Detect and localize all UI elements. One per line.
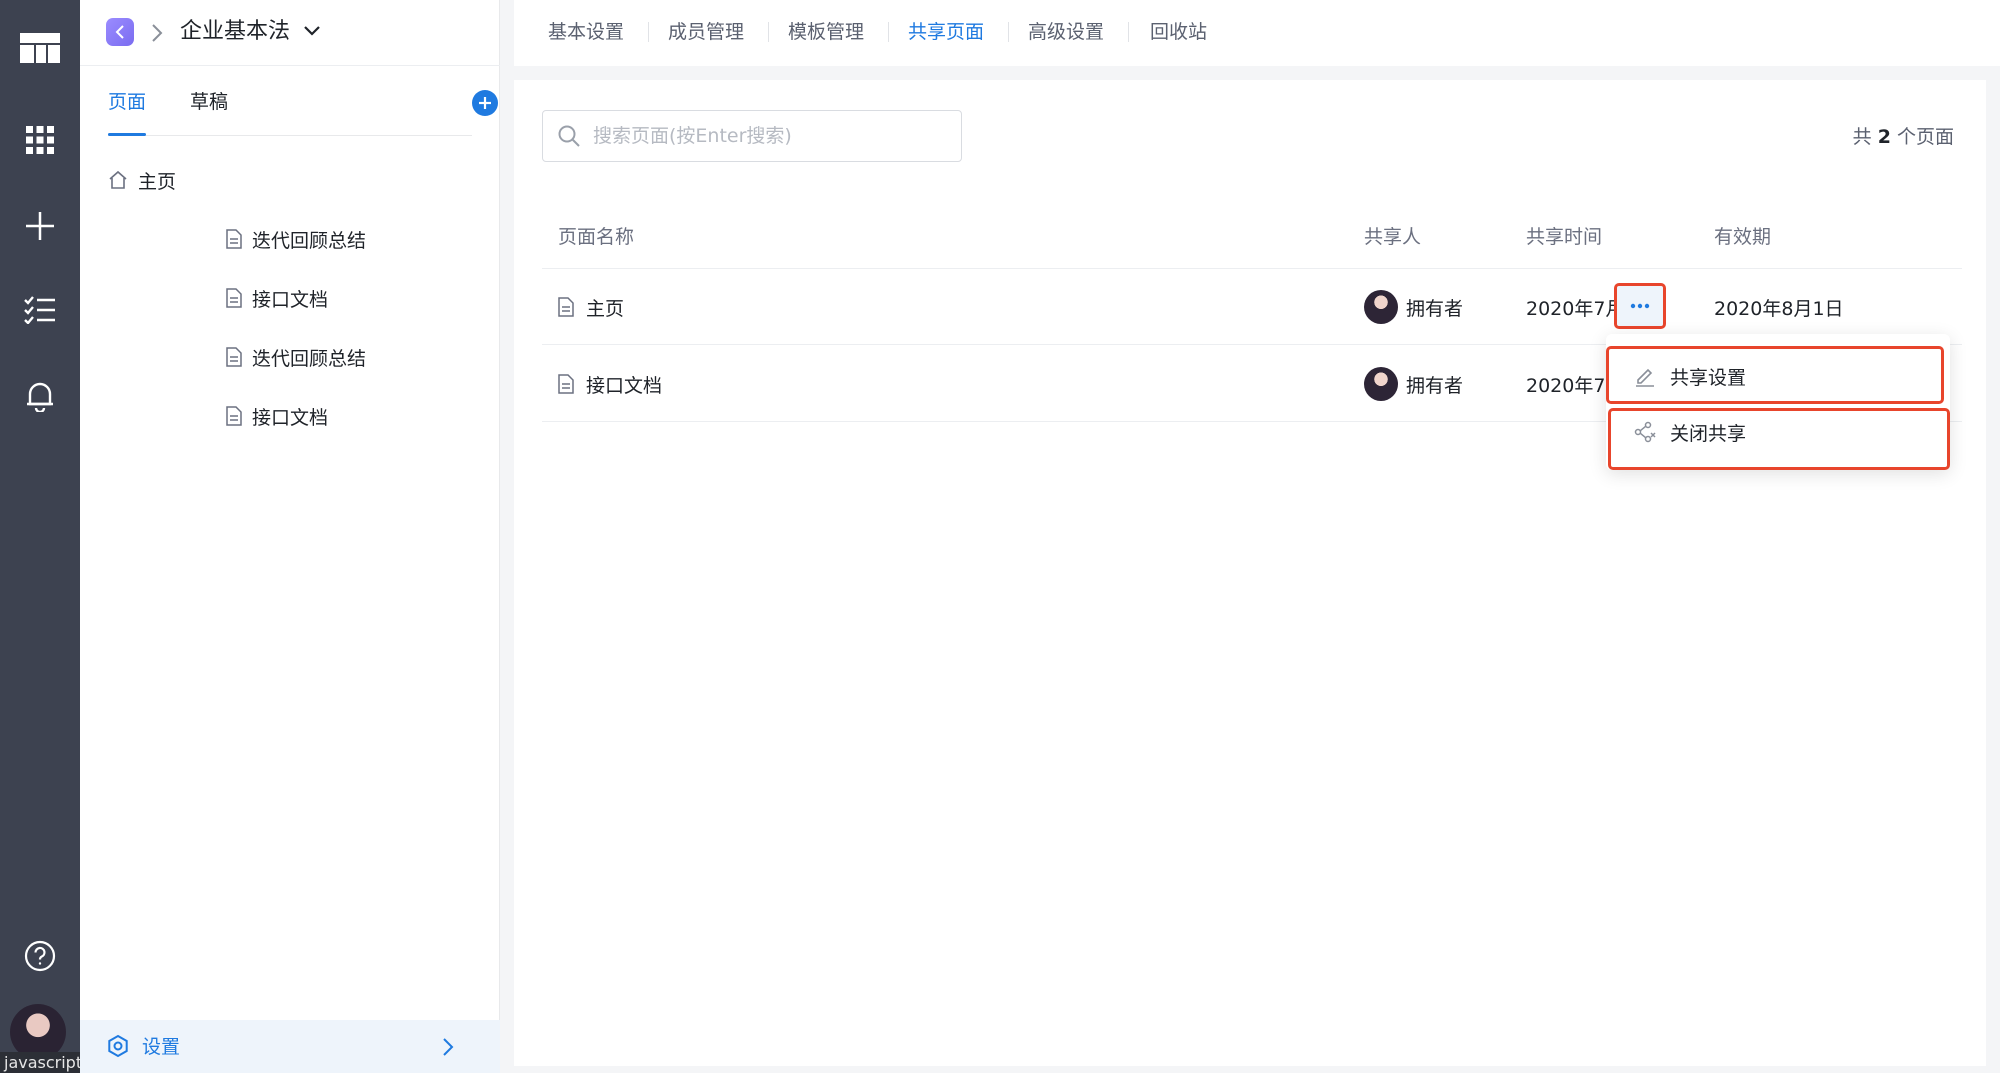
tab-divider — [888, 22, 889, 42]
search-box[interactable] — [542, 110, 962, 162]
task-list-icon[interactable] — [0, 282, 80, 338]
document-icon — [226, 229, 242, 249]
app-logo-icon — [106, 18, 134, 46]
tree-item-page[interactable]: 接口文档 — [226, 280, 328, 316]
chevron-right-icon — [150, 22, 164, 44]
menu-item-close-share[interactable]: 关闭共享 — [1606, 404, 1946, 460]
menu-item-share-settings[interactable]: 共享设置 — [1606, 348, 1946, 404]
help-icon[interactable] — [0, 928, 80, 984]
page-count-prefix: 共 — [1852, 126, 1872, 148]
tab-recycle-bin[interactable]: 回收站 — [1150, 18, 1207, 46]
page-name: 接口文档 — [586, 374, 663, 397]
document-icon — [226, 347, 242, 367]
avatar — [1364, 367, 1398, 401]
tree-item-label: 迭代回顾总结 — [252, 229, 367, 252]
column-header-sharer: 共享人 — [1364, 226, 1422, 248]
menu-item-label: 共享设置 — [1670, 366, 1747, 389]
tree-item-label: 主页 — [138, 170, 177, 193]
column-header-page-name: 页面名称 — [558, 226, 635, 248]
home-icon — [109, 170, 127, 189]
page-name-cell[interactable]: 接口文档 — [558, 346, 662, 422]
sharer-name: 拥有者 — [1406, 297, 1464, 320]
space-title[interactable]: 企业基本法 — [180, 16, 290, 48]
menu-item-label: 关闭共享 — [1670, 422, 1747, 445]
document-icon — [558, 297, 574, 317]
tab-divider — [1128, 22, 1129, 42]
sharer-name: 拥有者 — [1406, 374, 1464, 397]
document-icon — [226, 406, 242, 426]
left-rail: javascript:; — [0, 0, 98, 1073]
tab-member-management[interactable]: 成员管理 — [668, 18, 744, 46]
tree-item-page[interactable]: 迭代回顾总结 — [226, 221, 366, 257]
tab-pages[interactable]: 页面 — [108, 88, 147, 136]
tab-drafts[interactable]: 草稿 — [190, 88, 228, 116]
tab-template-management[interactable]: 模板管理 — [788, 18, 864, 46]
dashboard-icon[interactable] — [0, 20, 80, 76]
sharer-cell: 拥有者 — [1364, 269, 1463, 345]
tree-item-label: 接口文档 — [252, 288, 329, 311]
avatar — [1364, 290, 1398, 324]
tab-advanced-settings[interactable]: 高级设置 — [1028, 18, 1104, 46]
apps-grid-icon[interactable] — [0, 112, 80, 168]
column-header-expiry: 有效期 — [1714, 226, 1772, 248]
tab-basic-settings[interactable]: 基本设置 — [548, 18, 624, 46]
page-name: 主页 — [586, 297, 625, 320]
more-actions-menu: 共享设置 关闭共享 — [1606, 334, 1950, 470]
document-icon — [558, 374, 574, 394]
document-icon — [226, 288, 242, 308]
sharer-cell: 拥有者 — [1364, 346, 1463, 422]
tree-item-home[interactable]: 主页 — [108, 162, 176, 198]
chevron-right-icon — [443, 1038, 454, 1056]
settings-icon — [108, 1034, 128, 1058]
tab-divider — [1008, 22, 1009, 42]
tab-divider — [648, 22, 649, 42]
plus-icon — [479, 97, 491, 109]
more-actions-button[interactable] — [1614, 283, 1666, 329]
settings-footer-button[interactable]: 设置 — [80, 1020, 500, 1073]
share-off-icon — [1634, 421, 1656, 443]
more-icon — [1630, 303, 1650, 309]
settings-label: 设置 — [142, 1036, 181, 1058]
search-icon — [558, 125, 580, 147]
tree-item-label: 接口文档 — [252, 406, 329, 429]
column-header-share-time: 共享时间 — [1526, 226, 1603, 248]
tab-shared-pages[interactable]: 共享页面 — [908, 18, 984, 46]
page-count-number: 2 — [1877, 126, 1891, 148]
bell-icon[interactable] — [0, 368, 80, 424]
shared-pages-panel: 共 2 个页面 页面名称 共享人 共享时间 有效期 主页 拥有者 2020年7月… — [514, 80, 1986, 1066]
chevron-down-icon[interactable] — [302, 24, 322, 38]
top-tab-bar: 基本设置 成员管理 模板管理 共享页面 高级设置 回收站 — [514, 0, 2000, 66]
share-time-cell: 2020年7 — [1526, 374, 1606, 397]
sidebar: 企业基本法 页面 草稿 主页 迭代回顾总结 接口文档 迭代回顾总结 接口文档 设… — [80, 0, 500, 1073]
sidebar-header: 企业基本法 — [80, 0, 500, 66]
tree-item-page[interactable]: 迭代回顾总结 — [226, 339, 366, 375]
tab-divider — [768, 22, 769, 42]
page-count-suffix: 个页面 — [1896, 126, 1954, 148]
sidebar-tabs: 页面 草稿 — [108, 76, 498, 136]
tree-item-label: 迭代回顾总结 — [252, 347, 367, 370]
add-page-button[interactable] — [472, 90, 498, 116]
search-input[interactable] — [591, 124, 951, 148]
page-count: 共 2 个页面 — [1853, 122, 1954, 149]
page-name-cell[interactable]: 主页 — [558, 269, 624, 345]
tree-item-page[interactable]: 接口文档 — [226, 398, 328, 434]
edit-icon — [1636, 368, 1654, 387]
plus-icon[interactable] — [0, 198, 80, 254]
